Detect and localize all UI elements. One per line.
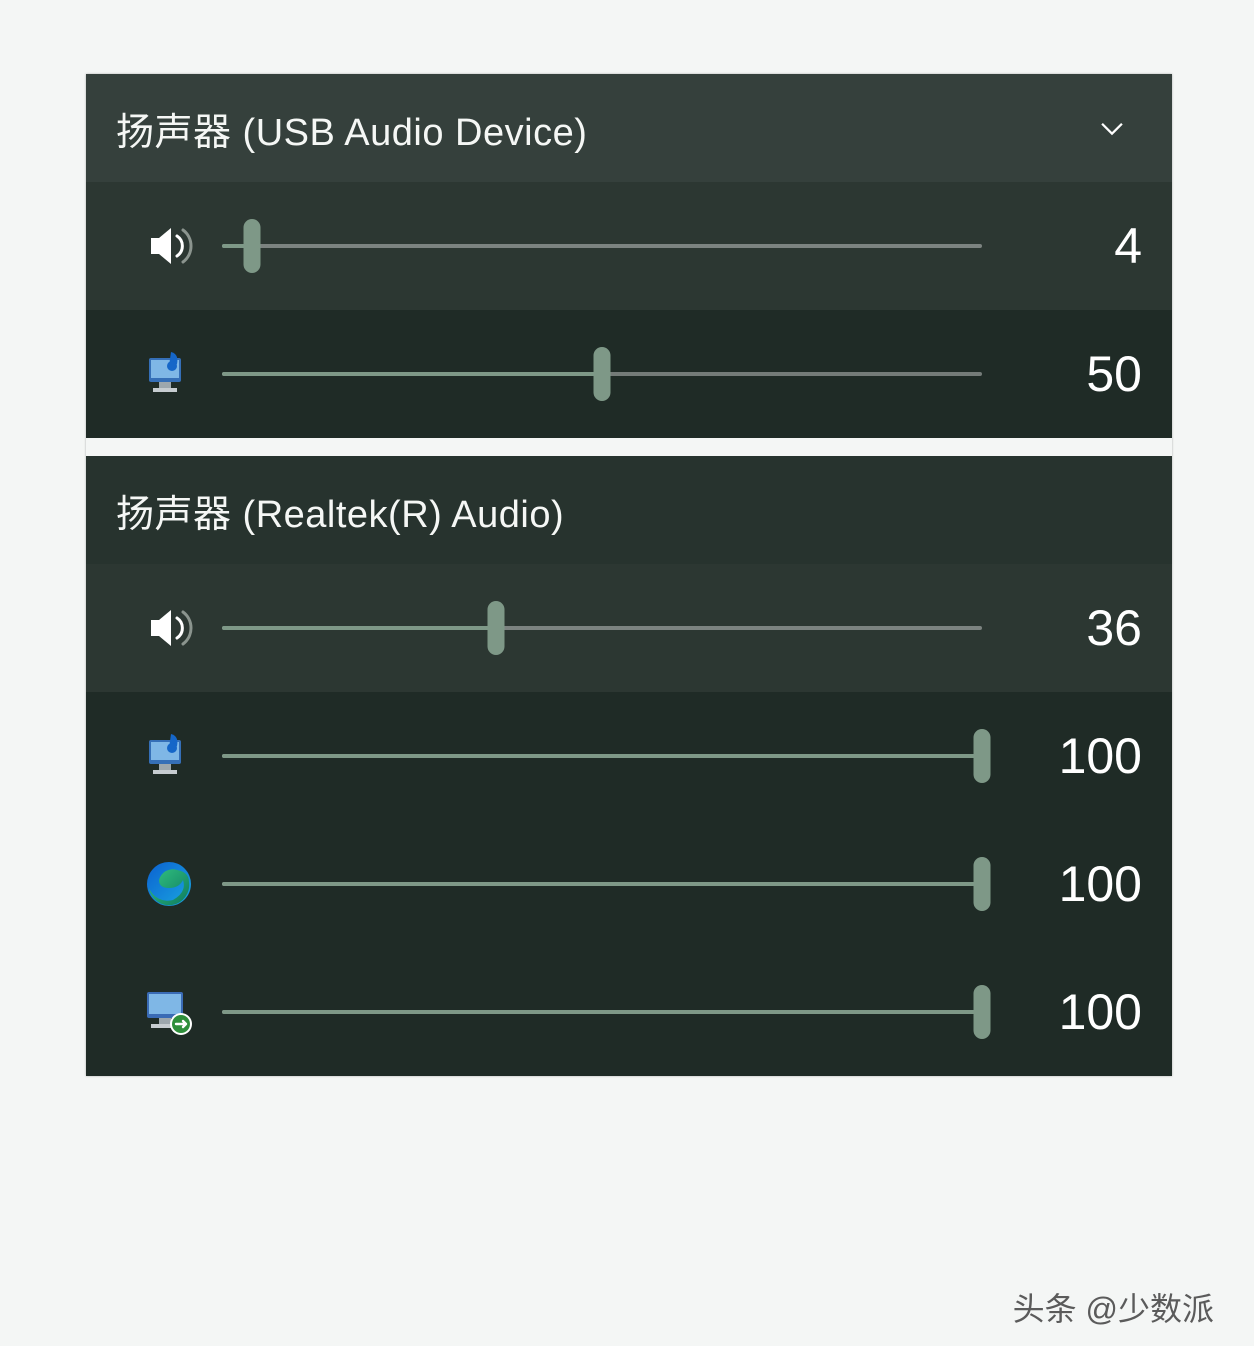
app-volume-row-system-sounds-realtek: 100	[86, 692, 1172, 820]
device-title: 扬声器 (USB Audio Device)	[116, 101, 1082, 156]
section-gap	[86, 438, 1172, 456]
device-title: 扬声器 (Realtek(R) Audio)	[116, 483, 1142, 538]
slider-thumb[interactable]	[594, 347, 611, 401]
master-volume-value-realtek: 36	[982, 599, 1142, 657]
device-section-usb: 扬声器 (USB Audio Device)	[86, 74, 1172, 438]
slider-fill	[222, 626, 496, 630]
app-volume-value: 100	[982, 855, 1142, 913]
slider-thumb[interactable]	[974, 985, 991, 1039]
app-volume-slider[interactable]	[222, 982, 982, 1042]
slider-fill	[222, 372, 602, 376]
slider-fill	[222, 754, 982, 758]
master-volume-row-realtek: 36	[86, 564, 1172, 692]
app-volume-value: 100	[982, 983, 1142, 1041]
device-section-realtek: 扬声器 (Realtek(R) Audio) 36	[86, 456, 1172, 1076]
device-header-realtek[interactable]: 扬声器 (Realtek(R) Audio)	[86, 456, 1172, 564]
page: 扬声器 (USB Audio Device)	[0, 0, 1254, 1346]
system-sounds-icon[interactable]	[116, 346, 222, 402]
app-volume-slider[interactable]	[222, 854, 982, 914]
app-volume-value: 100	[982, 727, 1142, 785]
slider-thumb[interactable]	[244, 219, 261, 273]
slider-thumb[interactable]	[487, 601, 504, 655]
system-sounds-icon[interactable]	[116, 728, 222, 784]
volume-mixer-panel: 扬声器 (USB Audio Device)	[86, 74, 1172, 1076]
edge-icon[interactable]	[116, 858, 222, 910]
device-header-usb[interactable]: 扬声器 (USB Audio Device)	[86, 74, 1172, 182]
master-volume-slider-usb[interactable]	[222, 216, 982, 276]
slider-thumb[interactable]	[974, 729, 991, 783]
speaker-icon[interactable]	[116, 214, 222, 278]
app-volume-row-system-sounds-usb: 50	[86, 310, 1172, 438]
master-volume-row-usb: 4	[86, 182, 1172, 310]
app-volume-slider[interactable]	[222, 726, 982, 786]
remote-desktop-icon[interactable]	[116, 984, 222, 1040]
master-volume-slider-realtek[interactable]	[222, 598, 982, 658]
app-volume-row-edge: 100	[86, 820, 1172, 948]
slider-fill	[222, 882, 982, 886]
slider-fill	[222, 1010, 982, 1014]
master-volume-value-usb: 4	[982, 217, 1142, 275]
speaker-icon[interactable]	[116, 596, 222, 660]
app-volume-slider[interactable]	[222, 344, 982, 404]
watermark: 头条 @少数派	[1013, 1284, 1214, 1330]
app-volume-value: 50	[982, 345, 1142, 403]
chevron-down-icon[interactable]	[1082, 98, 1142, 158]
app-volume-row-rdp: 100	[86, 948, 1172, 1076]
slider-thumb[interactable]	[974, 857, 991, 911]
